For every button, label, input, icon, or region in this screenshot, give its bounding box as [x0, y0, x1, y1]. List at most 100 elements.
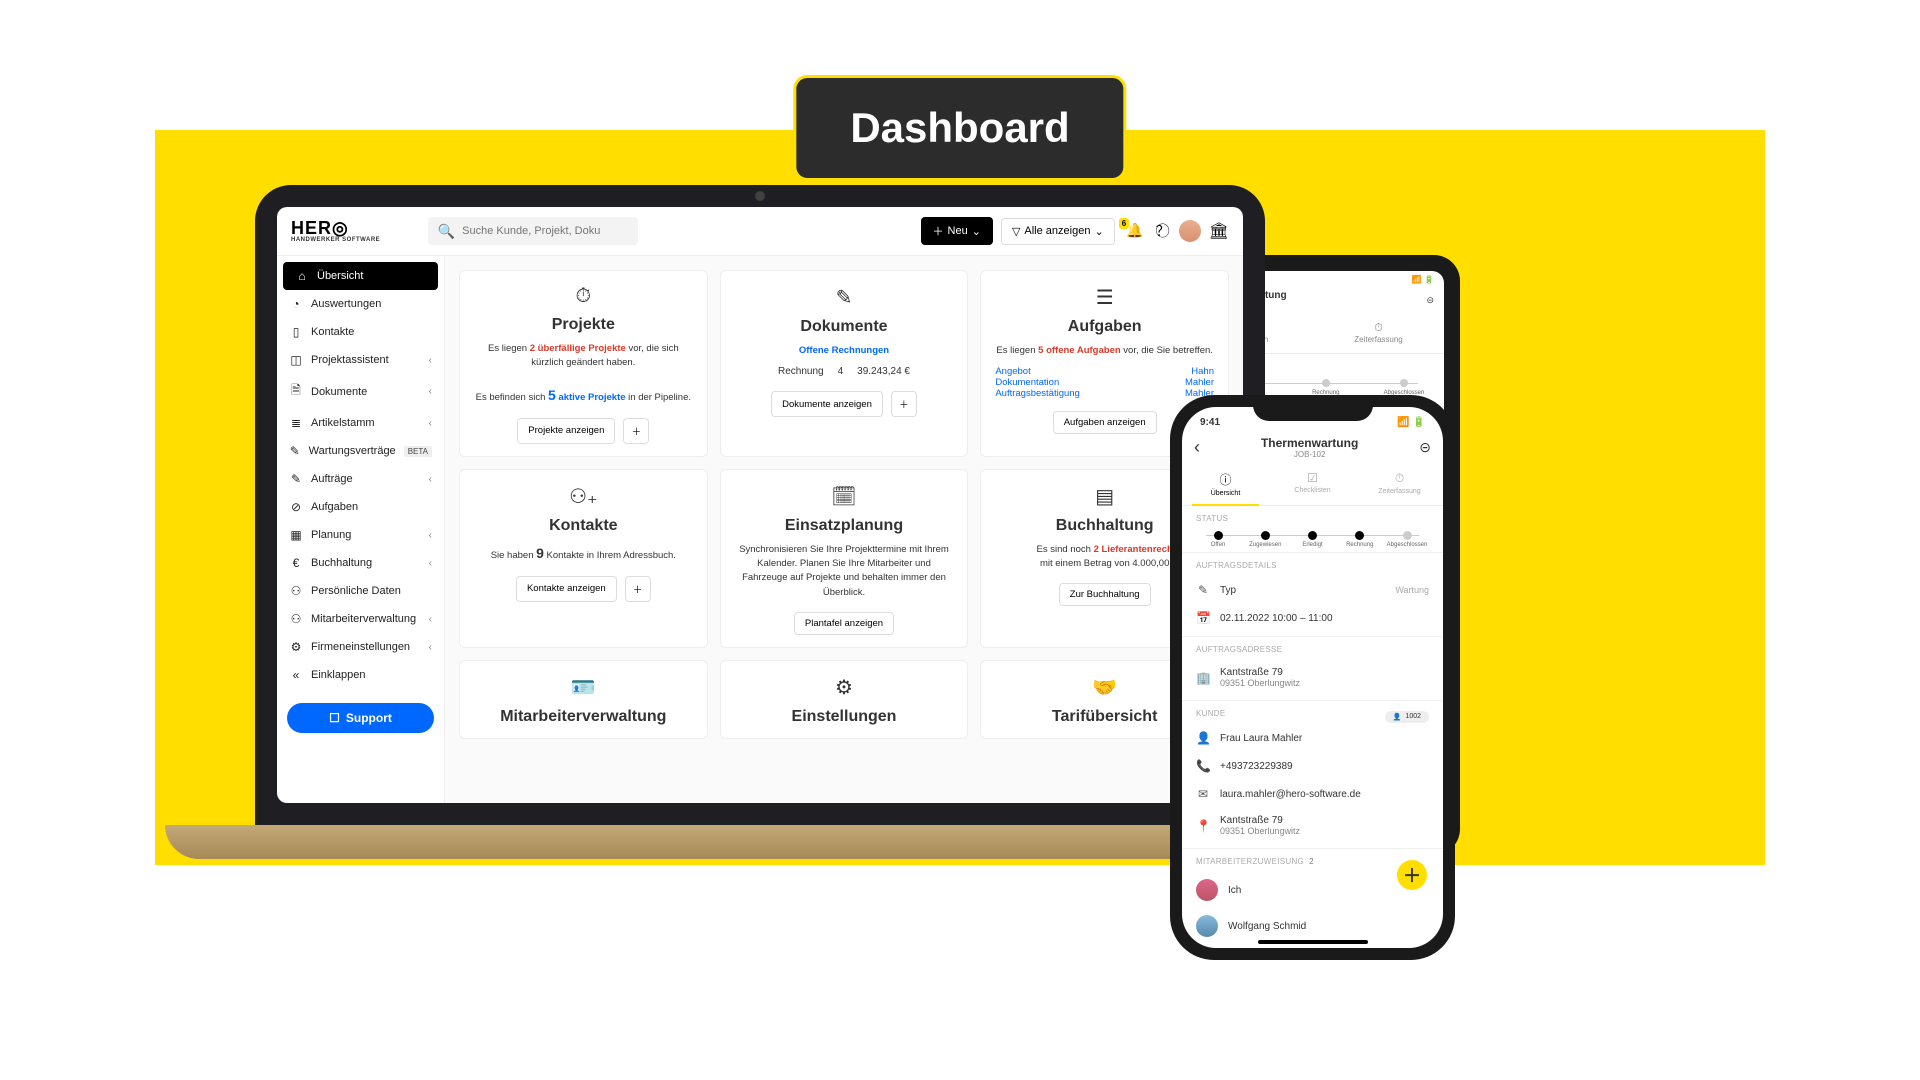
nav-buchhaltung[interactable]: €Buchhaltung‹	[277, 549, 444, 577]
euro-icon: €	[289, 556, 303, 570]
avatar-icon	[1196, 879, 1218, 901]
check-icon: ⊘	[289, 500, 303, 514]
gear-icon: ⚙	[735, 675, 954, 700]
task-link[interactable]: Auftragsbestätigung	[995, 388, 1080, 399]
brand-logo: HER◎ HANDWERKER SOFTWARE	[291, 219, 380, 243]
bell-icon: 🔔	[1127, 223, 1143, 239]
more-icon[interactable]: ⊝	[1419, 439, 1431, 456]
search-icon: 🔍	[438, 223, 454, 239]
card-einsatz: 🗓 Einsatzplanung Synchronisieren Sie Ihr…	[720, 469, 969, 648]
projekte-add-button[interactable]: ＋	[623, 418, 649, 444]
nav-auswertungen[interactable]: ◔Auswertungen	[277, 290, 444, 318]
kunde-badge: 👤 1002	[1385, 711, 1429, 723]
section-label: AUFTRAGSDETAILS	[1196, 561, 1429, 570]
nav-mitarbeiter[interactable]: ⚇Mitarbeiterverwaltung‹	[277, 605, 444, 633]
row-name: 👤Frau Laura Mahler	[1196, 724, 1429, 752]
task-link[interactable]: Mahler	[1185, 377, 1214, 388]
doc-icon: 🗎	[289, 381, 303, 402]
pen-icon: ✎	[289, 472, 303, 486]
chevron-icon: ‹	[429, 418, 432, 429]
phone-frame: 9:41📶 🔋 ‹ ThermenwartungJOB-102 ⊝ ⓘÜbers…	[1170, 395, 1455, 960]
buchhaltung-button[interactable]: Zur Buchhaltung	[1059, 583, 1151, 606]
nav-firmen[interactable]: ⚙Firmeneinstellungen‹	[277, 633, 444, 661]
tab-zeit[interactable]: ⏱Zeiterfassung	[1356, 465, 1443, 505]
calendar-icon: ▦	[289, 528, 303, 542]
kontakte-show-button[interactable]: Kontakte anzeigen	[516, 576, 617, 602]
section-label: AUFTRAGSADRESSE	[1196, 645, 1429, 654]
card-title: Mitarbeiterverwaltung	[474, 708, 693, 726]
nav-personal[interactable]: ⚇Persönliche Daten	[277, 577, 444, 605]
laptop-frame: HER◎ HANDWERKER SOFTWARE 🔍 ＋ Neu ⌄ ▽ All…	[255, 185, 1265, 825]
card-title: Projekte	[474, 316, 693, 334]
gauge-icon: ⏱	[474, 285, 693, 308]
plantafel-button[interactable]: Plantafel anzeigen	[794, 612, 894, 635]
nav-aufgaben[interactable]: ⊘Aufgaben	[277, 493, 444, 521]
support-button[interactable]: ☐ Support	[287, 703, 434, 733]
nav-artikelstamm[interactable]: ≣Artikelstamm‹	[277, 409, 444, 437]
row-kaddr: 📍Kantstraße 7909351 Oberlungwitz	[1196, 808, 1429, 844]
chevron-icon: ‹	[429, 558, 432, 569]
help-icon[interactable]: ？⃝	[1155, 223, 1171, 239]
nav-projektassistent[interactable]: ◫Projektassistent‹	[277, 346, 444, 374]
search-input[interactable]	[462, 225, 628, 237]
row-mail[interactable]: ✉laura.mahler@hero-software.de	[1196, 780, 1429, 808]
topbar: HER◎ HANDWERKER SOFTWARE 🔍 ＋ Neu ⌄ ▽ All…	[277, 207, 1243, 256]
aufgaben-show-button[interactable]: Aufgaben anzeigen	[1053, 411, 1157, 434]
nav-planung[interactable]: ▦Planung‹	[277, 521, 444, 549]
chevron-icon: ‹	[429, 530, 432, 541]
kontakte-add-button[interactable]: ＋	[625, 576, 651, 602]
task-link[interactable]: Angebot	[995, 366, 1080, 377]
phone-statusbar: 9:41📶 🔋	[1182, 407, 1443, 430]
task-links: Angebot Dokumentation Auftragsbestätigun…	[995, 366, 1214, 399]
dashboard-badge: Dashboard	[793, 75, 1126, 181]
nav-auftraege[interactable]: ✎Aufträge‹	[277, 465, 444, 493]
dokumente-add-button[interactable]: ＋	[891, 391, 917, 417]
open-invoices-link[interactable]: Offene Rechnungen	[735, 344, 954, 358]
row-date: 📅02.11.2022 10:00 – 11:00	[1196, 604, 1429, 632]
add-fab[interactable]: ＋	[1397, 860, 1427, 890]
users-icon: ⚇	[289, 612, 303, 626]
notification-count: 6	[1119, 218, 1129, 229]
nav-wartung[interactable]: ✎WartungsverträgeBETA	[277, 437, 444, 465]
tab-checklisten[interactable]: ☑Checklisten	[1269, 465, 1356, 505]
tab-zeit[interactable]: ⏱Zeiterfassung	[1313, 316, 1444, 353]
tab-uebersicht[interactable]: ⓘÜbersicht	[1182, 465, 1269, 505]
nav-dokumente[interactable]: 🗎Dokumente‹	[277, 374, 444, 409]
card-text: Sie haben 9 Kontakte in Ihrem Adressbuch…	[474, 543, 693, 564]
new-button[interactable]: ＋ Neu ⌄	[921, 217, 993, 245]
projekte-show-button[interactable]: Projekte anzeigen	[517, 418, 615, 444]
section-label: STATUS	[1196, 514, 1429, 523]
task-link[interactable]: Dokumentation	[995, 377, 1080, 388]
row-phone[interactable]: 📞+493723229389	[1196, 752, 1429, 780]
card-title: Aufgaben	[995, 318, 1214, 336]
beta-badge: BETA	[404, 446, 432, 457]
user-avatar[interactable]	[1179, 220, 1201, 242]
tag-icon: ✎	[1196, 583, 1210, 597]
more-icon[interactable]: ⊝	[1426, 295, 1434, 306]
home-indicator	[1258, 940, 1368, 944]
edit-icon: ✎	[735, 285, 954, 310]
dokumente-show-button[interactable]: Dokumente anzeigen	[771, 391, 883, 417]
task-link[interactable]: Hahn	[1185, 366, 1214, 377]
section-label: KUNDE	[1196, 709, 1226, 718]
card-title: Einstellungen	[735, 708, 954, 726]
gear-icon: ⚙	[289, 640, 303, 654]
nav-uebersicht[interactable]: ⌂Übersicht	[283, 262, 438, 290]
info-icon: ⓘ	[1182, 471, 1269, 488]
home-icon: ⌂	[295, 269, 309, 283]
avatar-icon	[1196, 915, 1218, 937]
project-icon: ◫	[289, 353, 303, 367]
chart-icon: ◔	[289, 297, 303, 311]
filter-button[interactable]: ▽ Alle anzeigen ⌄	[1001, 218, 1115, 245]
institution-icon[interactable]: 🏛	[1209, 221, 1229, 241]
notifications-button[interactable]: 6 🔔	[1123, 222, 1147, 240]
calendar-icon: 📅	[1196, 611, 1210, 625]
doc-summary: Rechnung 4 39.243,24 €	[735, 364, 954, 379]
row-mit1: Ich	[1196, 872, 1429, 908]
contacts-icon: ⚇₊	[474, 484, 693, 509]
row-addr: 🏢Kantstraße 7909351 Oberlungwitz	[1196, 660, 1429, 696]
search-box[interactable]: 🔍	[428, 217, 638, 245]
calendar-icon: 🗓	[735, 484, 954, 509]
nav-kontakte[interactable]: ▯Kontakte	[277, 318, 444, 346]
nav-collapse[interactable]: «Einklappen	[277, 661, 444, 689]
